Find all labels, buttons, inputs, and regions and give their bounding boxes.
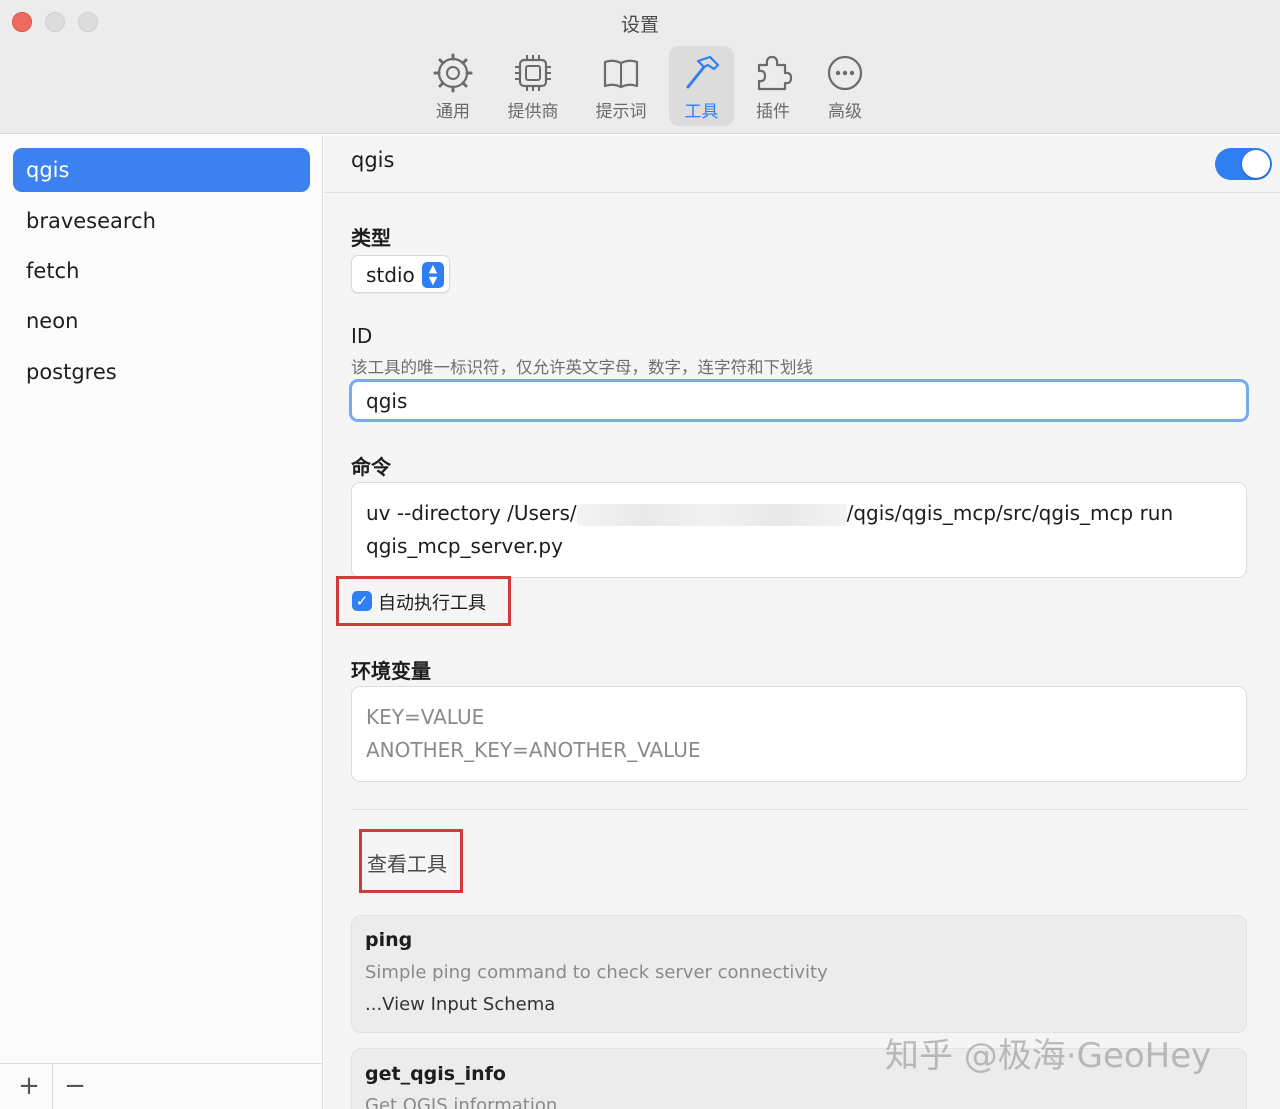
tab-label: 提示词 [595,102,647,122]
tool-name-title: qgis [351,148,395,172]
settings-tabs: 通用 提供商 提示词 工具 插件 高级 [0,46,1280,126]
sidebar-item-bravesearch[interactable]: bravesearch [13,199,310,243]
tab-label: 通用 [436,102,470,122]
type-select-value: stdio [366,263,415,287]
toggle-knob [1242,150,1270,178]
section-divider [351,809,1247,810]
tab-providers[interactable]: 提供商 [500,46,566,126]
sidebar-item-postgres[interactable]: postgres [13,350,310,394]
type-label: 类型 [351,226,391,250]
footer-divider [52,1064,53,1109]
tool-sidebar: qgis bravesearch fetch neon postgres + − [0,135,323,1109]
tool-card-title: ping [365,929,413,951]
view-input-schema-link[interactable]: ...View Input Schema [365,994,555,1015]
id-help-text: 该工具的唯一标识符，仅允许英文字母，数字，连字符和下划线 [351,358,813,377]
hammer-icon [686,55,719,89]
tool-card-title: get_qgis_info [365,1063,506,1085]
gear-icon [433,53,473,93]
view-tools-label: 查看工具 [367,852,447,876]
command-line-1: uv --directory /Users/ /qgis/qgis_mcp/src… [366,497,1232,530]
tool-detail-panel: qgis 类型 stdio ▲ ▼ ID 该工具的唯一标识符，仅允许英文字母，数字… [324,135,1280,1109]
tab-prompts[interactable]: 提示词 [588,46,654,126]
sidebar-item-qgis[interactable]: qgis [13,148,310,192]
env-label: 环境变量 [351,659,431,683]
ellipsis-icon [827,55,863,91]
id-label: ID [351,324,373,348]
env-placeholder-line-2: ANOTHER_KEY=ANOTHER_VALUE [366,738,701,762]
env-placeholder-line-1: KEY=VALUE [366,705,485,729]
sidebar-footer: + − [0,1063,322,1109]
redacted-path [576,503,847,526]
title-bar: 设置 通用 提供商 提示词 工具 插件 高级 [0,0,1280,134]
tab-plugins[interactable]: 插件 [740,46,806,126]
id-input[interactable] [349,379,1249,422]
command-suffix: /qgis/qgis_mcp/src/qgis_mcp run [846,501,1174,525]
auto-execute-highlight: ✓ 自动执行工具 [336,576,511,626]
env-textarea[interactable]: KEY=VALUE ANOTHER_KEY=ANOTHER_VALUE [351,686,1247,782]
auto-execute-checkbox[interactable]: ✓ [352,591,372,611]
type-select[interactable]: stdio ▲ ▼ [351,255,450,293]
puzzle-icon [757,55,793,91]
tab-label: 工具 [684,102,719,122]
window-title: 设置 [620,14,659,36]
tab-advanced[interactable]: 高级 [812,46,878,126]
tab-tools[interactable]: 工具 [669,46,734,126]
sidebar-item-neon[interactable]: neon [13,299,310,343]
auto-execute-label: 自动执行工具 [378,593,486,614]
remove-tool-button[interactable]: − [55,1068,95,1104]
book-icon [603,59,639,89]
add-tool-button[interactable]: + [9,1068,49,1104]
tab-label: 高级 [828,102,862,122]
tab-label: 提供商 [507,102,559,122]
tool-card-description: Get QGIS information [365,1095,558,1109]
command-line-2: qgis_mcp_server.py [366,534,563,558]
chip-icon [515,55,551,91]
tool-card-ping: ping Simple ping command to check server… [351,915,1247,1033]
sidebar-item-fetch[interactable]: fetch [13,249,310,293]
view-tools-button[interactable]: 查看工具 [359,829,463,893]
tool-card-description: Simple ping command to check server conn… [365,962,828,983]
detail-header: qgis [324,135,1280,193]
command-prefix: uv --directory /Users/ [366,501,577,525]
tab-general[interactable]: 通用 [420,46,486,126]
command-textarea[interactable]: uv --directory /Users/ /qgis/qgis_mcp/src… [351,482,1247,578]
tool-enabled-toggle[interactable] [1215,148,1272,180]
command-label: 命令 [351,455,391,479]
watermark: 知乎 @极海·GeoHey [885,1036,1212,1076]
chevron-updown-icon: ▲ ▼ [422,262,444,288]
tab-label: 插件 [756,102,790,122]
